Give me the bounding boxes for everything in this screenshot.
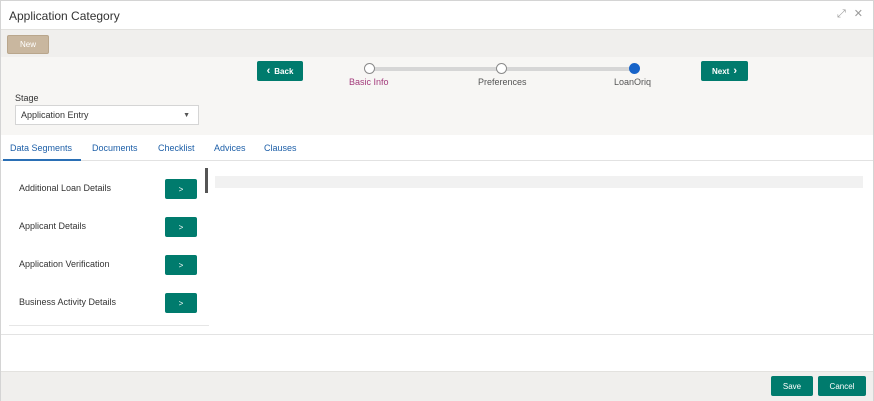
data-segments-list: Additional Loan Details > Applicant Deta… [9, 169, 209, 327]
next-button-label: Next [711, 66, 730, 76]
toolbar: New [1, 29, 873, 57]
tab-documents[interactable]: Documents [92, 143, 138, 153]
tab-data-segments[interactable]: Data Segments [10, 143, 72, 153]
segment-content-area [215, 176, 863, 188]
open-segment-button[interactable]: > [165, 255, 197, 275]
open-segment-button[interactable]: > [165, 217, 197, 237]
back-button[interactable]: ‹ Back [257, 61, 303, 81]
stage-label: Stage [15, 93, 39, 103]
step-loanoriq-dot[interactable] [629, 63, 640, 74]
step-preferences-label[interactable]: Preferences [478, 77, 527, 87]
list-item: Application Verification > [9, 251, 209, 281]
close-icon[interactable]: ✕ [854, 8, 863, 20]
step-preferences-dot[interactable] [496, 63, 507, 74]
segment-label: Additional Loan Details [19, 183, 112, 193]
tab-clauses[interactable]: Clauses [264, 143, 297, 153]
next-button[interactable]: Next › [701, 61, 748, 81]
list-item: Applicant Details > [9, 213, 209, 243]
tab-advices[interactable]: Advices [214, 143, 246, 153]
save-button[interactable]: Save [771, 376, 813, 396]
open-segment-button[interactable]: > [165, 179, 197, 199]
chevron-right-icon: › [733, 65, 737, 77]
tab-checklist[interactable]: Checklist [158, 143, 195, 153]
footer-bar: Save Cancel [1, 371, 873, 401]
divider [9, 325, 209, 326]
chevron-left-icon: ‹ [266, 65, 271, 77]
chevron-down-icon: ▼ [183, 112, 190, 119]
stage-select[interactable]: Application Entry ▼ [15, 105, 199, 125]
active-tab-indicator [3, 159, 81, 161]
segment-label: Application Verification [19, 259, 110, 269]
application-category-window: Application Category ⤢ ✕ New ‹ Back Basi… [0, 0, 874, 401]
back-button-label: Back [274, 66, 294, 76]
step-basic-info-dot[interactable] [364, 63, 375, 74]
stage-select-value: Application Entry [21, 110, 89, 120]
stage-panel: ‹ Back Basic Info Preferences LoanOriq N… [1, 57, 873, 135]
segment-label: Business Activity Details [19, 297, 117, 307]
divider [1, 334, 873, 335]
tab-bar: Data Segments Documents Checklist Advice… [1, 137, 873, 161]
list-item: Business Activity Details > [9, 289, 209, 319]
window-controls: ⤢ ✕ [837, 8, 863, 20]
window-title: Application Category [9, 9, 120, 23]
step-basic-info-label[interactable]: Basic Info [349, 77, 389, 87]
segment-label: Applicant Details [19, 221, 87, 231]
panel-splitter[interactable] [205, 168, 208, 193]
new-button[interactable]: New [7, 35, 49, 54]
list-item: Additional Loan Details > [9, 175, 209, 205]
step-loanoriq-label[interactable]: LoanOriq [614, 77, 651, 87]
open-segment-button[interactable]: > [165, 293, 197, 313]
maximize-icon[interactable]: ⤢ [837, 8, 846, 20]
window-titlebar: Application Category ⤢ ✕ [1, 1, 873, 29]
cancel-button[interactable]: Cancel [818, 376, 866, 396]
